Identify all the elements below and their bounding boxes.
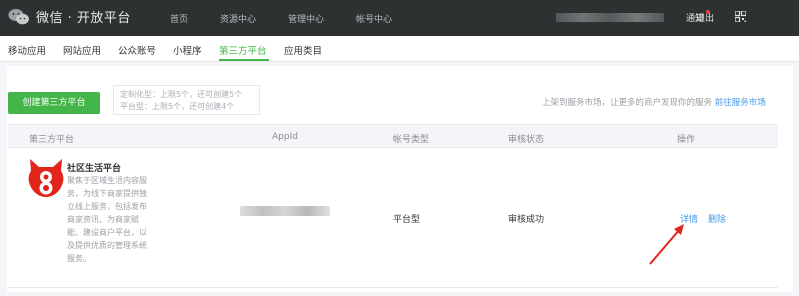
- tab-mini-program[interactable]: 小程序: [173, 43, 202, 57]
- platform-logo-icon: [28, 159, 64, 197]
- platform-description: 聚焦于区域生活内容服务，为线下商家提供独立线上服务，包括发布商家资讯、为商家赋能…: [67, 176, 147, 263]
- tab-bar: 移动应用 网站应用 公众账号 小程序 第三方平台 应用类目: [0, 36, 799, 62]
- quota-custom: 定制化型：上限5个，还可创建5个: [120, 90, 243, 99]
- wechat-icon: [8, 8, 29, 24]
- account-type: 平台型: [393, 215, 421, 225]
- tab-mobile-app[interactable]: 移动应用: [8, 43, 46, 57]
- col-account-type: 帐号类型: [393, 135, 430, 145]
- nav-resources[interactable]: 资源中心: [220, 12, 256, 25]
- tab-official-account[interactable]: 公众账号: [118, 43, 156, 57]
- top-nav: 首页 资源中心 管理中心 帐号中心: [170, 0, 424, 36]
- qrcode-icon[interactable]: [735, 11, 746, 22]
- col-review-status: 审核状态: [508, 135, 545, 145]
- logout-link[interactable]: 退出: [696, 11, 714, 24]
- create-platform-button[interactable]: 创建第三方平台: [8, 92, 100, 114]
- app-title: 微信 · 开放平台: [36, 11, 131, 26]
- market-tip-text: 上架到服务市场，让更多的商户发现你的服务: [542, 98, 713, 108]
- nav-management[interactable]: 管理中心: [288, 12, 324, 25]
- appid-redacted: [240, 206, 330, 216]
- col-actions: 操作: [677, 135, 696, 145]
- annotation-arrow-icon: [649, 224, 684, 265]
- tab-website-app[interactable]: 网站应用: [63, 43, 101, 57]
- review-status: 审核成功: [508, 215, 545, 225]
- top-bar: 微信 · 开放平台 首页 资源中心 管理中心 帐号中心 通知 退出: [0, 0, 799, 36]
- delete-link[interactable]: 删除: [708, 212, 726, 225]
- active-tab-indicator: [219, 59, 269, 61]
- account-name-redacted: [556, 13, 664, 22]
- platform-name: 社区生活平台: [67, 164, 122, 174]
- nav-home[interactable]: 首页: [170, 12, 188, 25]
- quota-platform: 平台型：上限5个，还可创建4个: [120, 102, 235, 111]
- col-appid: AppId: [272, 132, 298, 142]
- quota-info: 定制化型：上限5个，还可创建5个 平台型：上限5个，还可创建4个: [113, 85, 260, 115]
- market-link[interactable]: 前往服务市场: [715, 98, 766, 108]
- tab-app-category[interactable]: 应用类目: [284, 43, 322, 57]
- market-tip: 上架到服务市场，让更多的商户发现你的服务 前往服务市场: [542, 96, 766, 108]
- wechat-logo[interactable]: 微信 · 开放平台: [8, 7, 131, 26]
- table-header: 第三方平台 AppId 帐号类型 审核状态 操作: [8, 124, 778, 148]
- tab-third-party-platform[interactable]: 第三方平台: [219, 43, 267, 57]
- nav-account[interactable]: 帐号中心: [356, 12, 392, 25]
- col-platform: 第三方平台: [29, 135, 75, 145]
